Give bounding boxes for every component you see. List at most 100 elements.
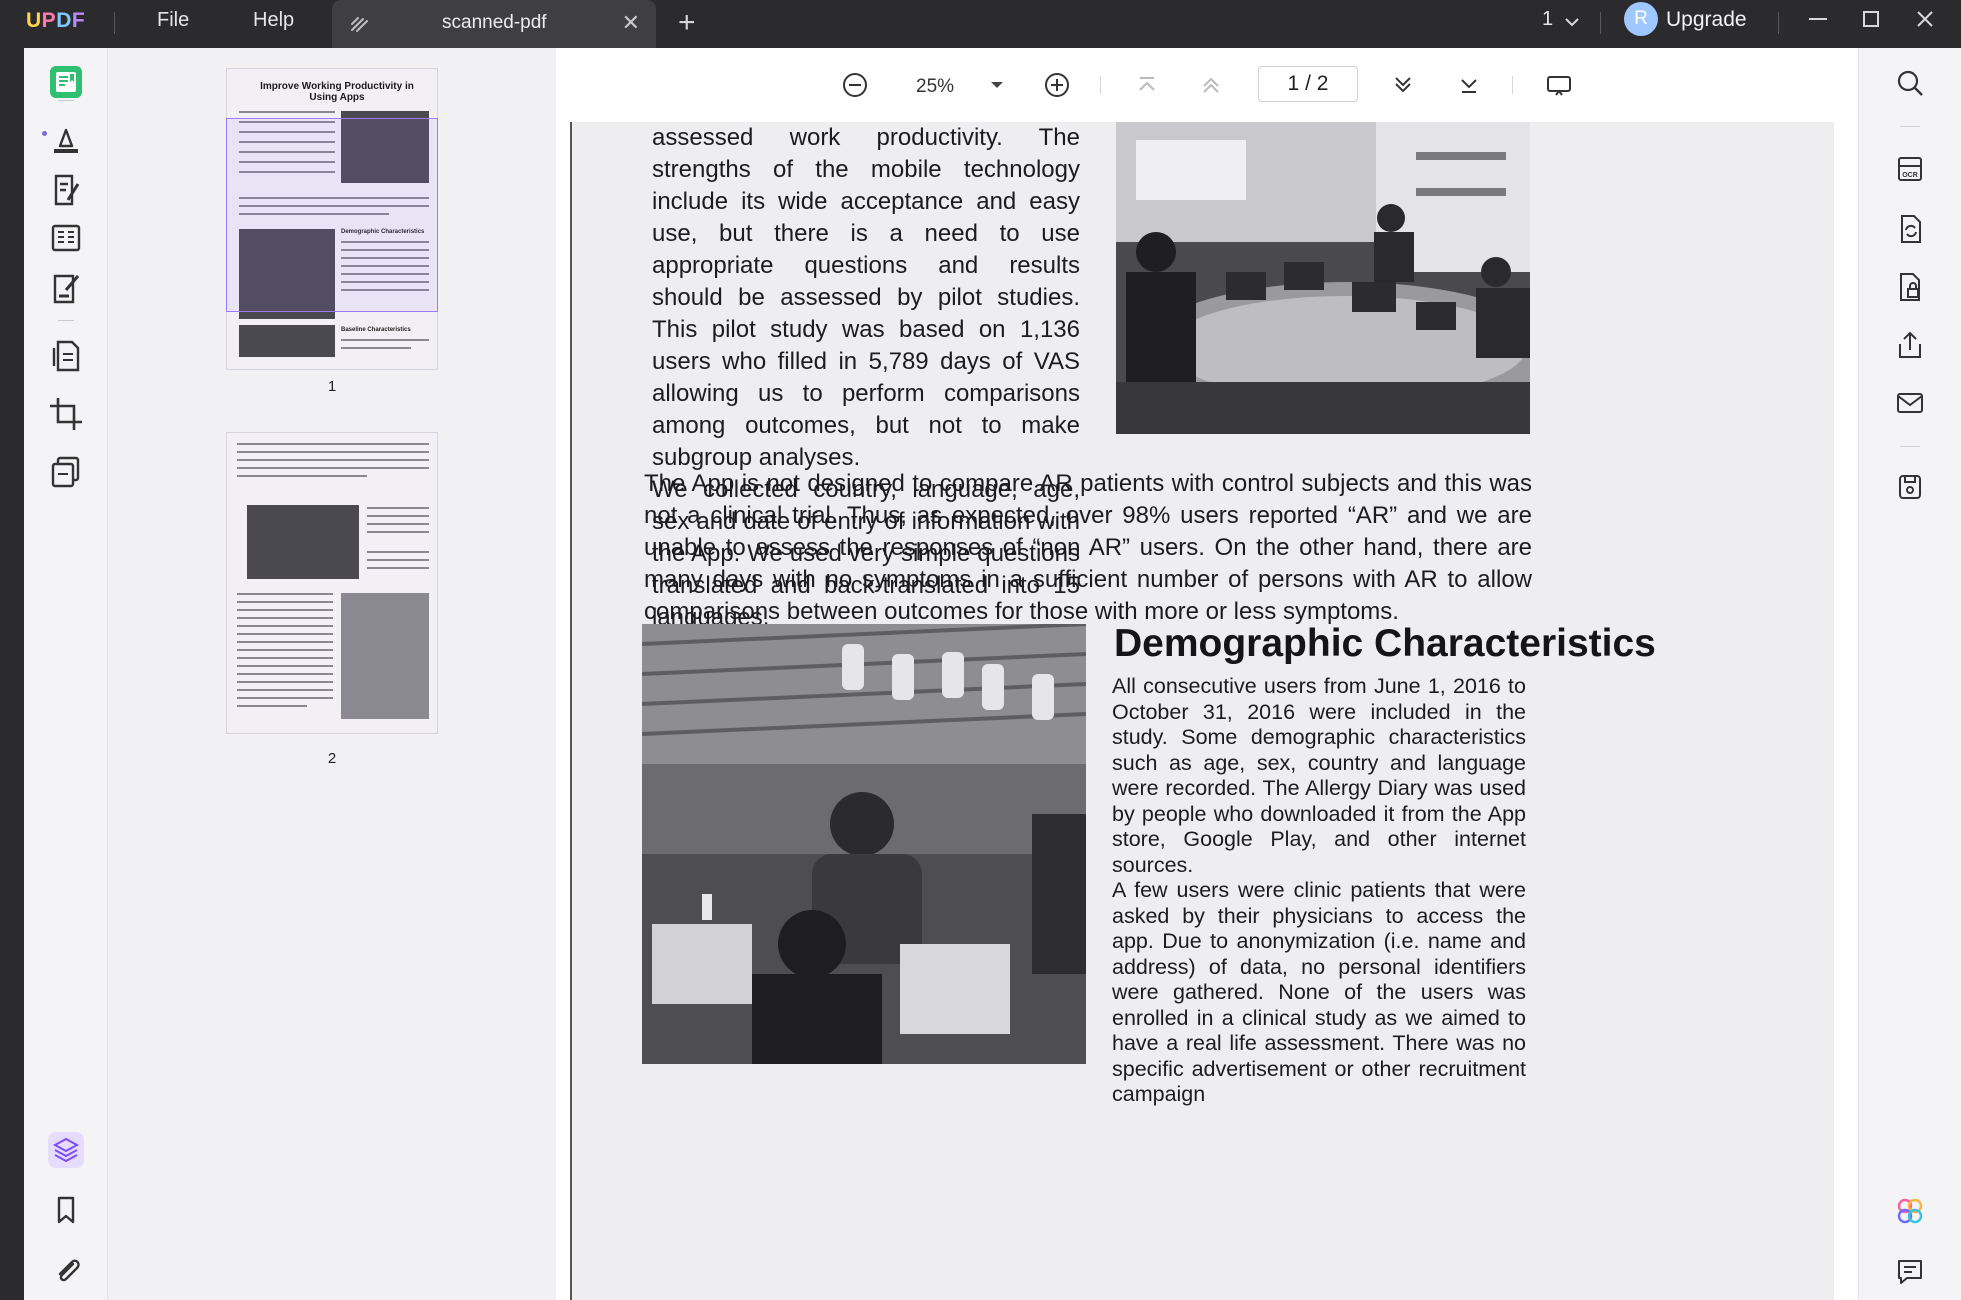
zoom-in-icon[interactable] xyxy=(1042,70,1072,100)
batch-tool-button[interactable] xyxy=(46,452,86,492)
right-tool-rail: OCR xyxy=(1858,48,1961,1300)
attachment-button[interactable] xyxy=(46,1250,86,1290)
save-icon xyxy=(1899,475,1921,499)
page-organize-button[interactable] xyxy=(46,218,86,258)
thumbnail-number: 1 xyxy=(327,378,337,395)
reader-tool-button[interactable] xyxy=(46,62,86,102)
left-tool-rail xyxy=(24,48,108,1300)
thumbnail-photo xyxy=(341,593,429,719)
toolbar-separator xyxy=(1100,76,1101,94)
fill-sign-button[interactable] xyxy=(46,268,86,308)
ocr-button[interactable]: OCR xyxy=(1893,152,1927,186)
maximize-icon[interactable] xyxy=(1858,6,1884,32)
pdf-page: assessed work productivity. The strength… xyxy=(570,122,1834,1300)
rail-separator xyxy=(58,100,74,101)
last-page-icon[interactable] xyxy=(1454,70,1484,100)
chat-icon xyxy=(1898,1260,1922,1284)
window-count: 1 xyxy=(1542,8,1554,30)
page-number-input[interactable]: 1 / 2 xyxy=(1258,66,1358,102)
bookmark-icon xyxy=(57,1196,75,1224)
thumbnail-photo xyxy=(247,505,359,579)
convert-button[interactable] xyxy=(1893,212,1927,246)
thumbnail-photo xyxy=(239,325,335,357)
fill-sign-icon xyxy=(53,274,80,304)
copy-pages-icon xyxy=(51,456,80,488)
svg-text:OCR: OCR xyxy=(1902,172,1918,179)
email-button[interactable] xyxy=(1893,386,1927,420)
zoom-level[interactable]: 25% xyxy=(916,76,954,98)
workers-photo-image xyxy=(642,624,1086,1064)
document-edit-icon xyxy=(351,17,368,32)
current-page: 1 xyxy=(1287,72,1300,95)
rail-separator xyxy=(1900,446,1920,447)
next-page-icon[interactable] xyxy=(1388,70,1418,100)
convert-tool-button[interactable] xyxy=(46,336,86,376)
tab-title: scanned-pdf xyxy=(442,12,547,33)
layers-icon xyxy=(48,1132,84,1168)
thumbnail-heading: Baseline Characteristics xyxy=(341,327,411,333)
first-page-icon[interactable] xyxy=(1132,70,1162,100)
crop-icon xyxy=(50,398,82,430)
zoom-out-icon[interactable] xyxy=(840,70,870,100)
edit-tool-button[interactable] xyxy=(46,170,86,210)
paragraph: assessed work productivity. The strength… xyxy=(652,124,1080,471)
rail-separator xyxy=(1900,126,1920,127)
zoom-dropdown-icon[interactable] xyxy=(982,70,1012,100)
thumbnail-title: Improve Working Productivity in Using Ap… xyxy=(260,81,414,103)
title-separator xyxy=(1778,12,1779,34)
thumbnail-number: 2 xyxy=(327,750,337,767)
lock-document-icon xyxy=(1900,273,1920,301)
document-tab[interactable]: scanned-pdf ✕ xyxy=(332,0,656,48)
convert-icon xyxy=(1901,215,1921,243)
save-button[interactable] xyxy=(1893,470,1927,504)
paragraph: All consecutive users from June 1, 2016 … xyxy=(1112,674,1526,877)
crop-tool-button[interactable] xyxy=(46,394,86,434)
protect-button[interactable] xyxy=(1893,270,1927,304)
user-avatar[interactable]: R xyxy=(1624,2,1658,36)
reader-icon xyxy=(50,66,82,98)
comment-tool-button[interactable] xyxy=(46,120,86,160)
title-separator xyxy=(114,12,115,34)
text-full-width: The App is not designed to compare AR pa… xyxy=(644,468,1532,628)
search-button[interactable] xyxy=(1893,66,1927,100)
convert-pdf-icon xyxy=(52,340,80,372)
rail-separator xyxy=(58,320,74,321)
previous-page-icon[interactable] xyxy=(1196,70,1226,100)
organize-pages-icon xyxy=(51,224,81,252)
search-icon xyxy=(1897,70,1923,96)
title-separator xyxy=(1600,12,1601,34)
total-pages: 2 xyxy=(1316,72,1329,95)
share-button[interactable] xyxy=(1893,328,1927,362)
bookmark-button[interactable] xyxy=(46,1190,86,1230)
title-bar: UPDF File Help scanned-pdf ✕ + 1 R Upgra… xyxy=(0,0,1961,48)
upgrade-button[interactable]: Upgrade xyxy=(1666,8,1747,32)
comments-panel-button[interactable] xyxy=(1893,1254,1927,1288)
thumbnail-pane: Improve Working Productivity in Using Ap… xyxy=(108,48,556,1300)
minimize-icon[interactable] xyxy=(1805,6,1831,32)
updf-app: UPDF File Help scanned-pdf ✕ + 1 R Upgra… xyxy=(0,0,1961,1300)
page-separator: / xyxy=(1305,72,1311,95)
layers-button[interactable] xyxy=(46,1130,86,1170)
toolbar-separator xyxy=(1512,76,1513,94)
meeting-photo xyxy=(1116,122,1530,434)
close-window-icon[interactable] xyxy=(1912,6,1938,32)
ai-assistant-button[interactable] xyxy=(1893,1194,1927,1228)
text-column-section: All consecutive users from June 1, 2016 … xyxy=(1112,674,1526,1108)
updf-logo: UPDF xyxy=(26,9,86,32)
presentation-icon[interactable] xyxy=(1544,70,1574,100)
view-toolbar: 25% 1 / 2 xyxy=(556,48,1858,122)
edit-pdf-icon xyxy=(54,174,80,206)
new-tab-button[interactable]: + xyxy=(678,6,696,40)
document-viewer: 25% 1 / 2 assessed work productivity. Th… xyxy=(556,48,1858,1300)
paragraph: A few users were clinic patients that we… xyxy=(1112,878,1526,1106)
ai-assistant-icon xyxy=(1897,1198,1923,1224)
viewport-selection[interactable] xyxy=(226,118,438,312)
chevron-down-icon[interactable] xyxy=(1562,12,1582,32)
menu-help[interactable]: Help xyxy=(253,9,294,32)
section-heading: Demographic Characteristics xyxy=(1114,622,1656,665)
menu-file[interactable]: File xyxy=(157,9,189,32)
close-tab-icon[interactable]: ✕ xyxy=(622,10,640,36)
highlighter-icon xyxy=(54,128,78,153)
meeting-photo-image xyxy=(1116,122,1530,434)
page-thumbnail-2[interactable] xyxy=(226,432,438,734)
